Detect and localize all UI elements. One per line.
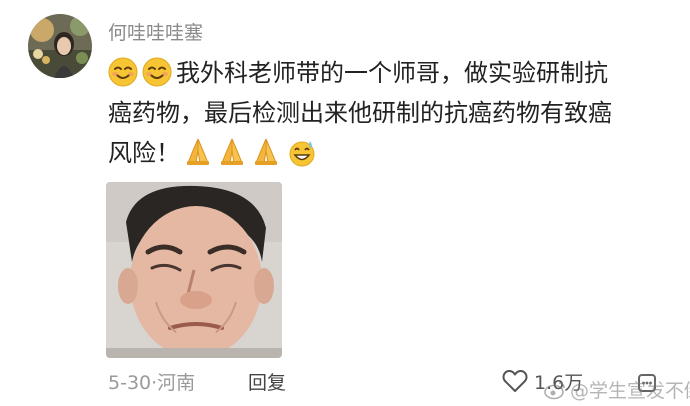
- folded-hands-icon: [187, 138, 209, 165]
- watermark-text: @学生宣发不倒: [570, 380, 690, 402]
- weibo-logo-icon: [544, 381, 565, 399]
- username[interactable]: 何哇哇哇塞: [108, 18, 203, 45]
- comment-text-line-3: 风险！: [108, 139, 180, 167]
- reply-button[interactable]: 回复: [248, 368, 286, 395]
- comment-line-2: 癌药物，最后检测出来他研制的抗癌药物有致癌: [108, 99, 612, 127]
- heart-icon[interactable]: [502, 369, 528, 393]
- grinning-sweat-face-icon: [289, 141, 315, 167]
- comment-location: 河南: [157, 372, 196, 394]
- smiling-face-icon: [108, 57, 138, 87]
- watermark: @学生宣发不倒: [544, 376, 690, 403]
- comment-line-1: 我外科老师带的一个师哥，做实验研制抗: [108, 53, 668, 93]
- folded-hands-icon: [255, 138, 277, 165]
- comment-text: 我外科老师带的一个师哥，做实验研制抗 癌药物，最后检测出来他研制的抗癌药物有致癌…: [108, 53, 668, 173]
- comment-text-line-1: 我外科老师带的一个师哥，做实验研制抗: [176, 59, 608, 87]
- comment-card: 何哇哇哇塞 我外科老师带的一个师哥，做实验研制抗 癌药物，最后检测出来他研制的抗…: [0, 0, 690, 406]
- smiling-face-icon: [142, 57, 172, 87]
- comment-image[interactable]: [106, 182, 282, 358]
- avatar[interactable]: [28, 14, 92, 78]
- comment-meta: 5-30·河南: [108, 368, 195, 395]
- folded-hands-icon: [221, 138, 243, 165]
- comment-line-3: 风险！: [108, 133, 668, 173]
- comment-date: 5-30: [108, 372, 152, 394]
